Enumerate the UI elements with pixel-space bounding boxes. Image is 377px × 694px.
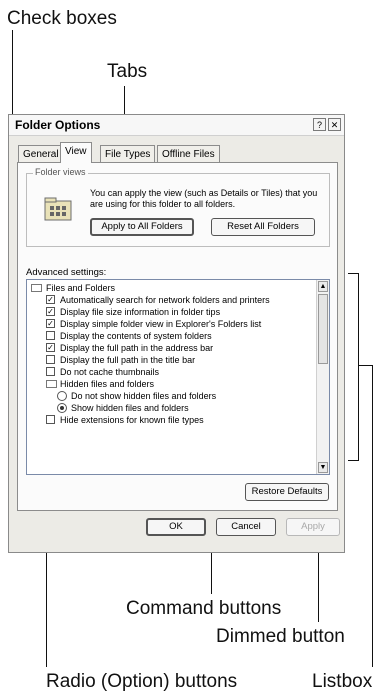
close-icon[interactable]: ✕ [328, 118, 341, 131]
callout-check-boxes: Check boxes [7, 8, 117, 29]
listbox-scrollbar[interactable]: ▲ ▼ [316, 280, 329, 474]
callout-radio-buttons: Radio (Option) buttons [46, 671, 238, 692]
dialog-title: Folder Options [15, 118, 101, 132]
callout-command-buttons: Command buttons [126, 598, 282, 619]
checkbox-unchecked[interactable] [46, 355, 55, 364]
radio-button[interactable] [57, 391, 67, 401]
leader-line [348, 273, 359, 274]
folder-views-description: You can apply the view (such as Details … [90, 188, 318, 209]
checkbox-unchecked[interactable] [46, 331, 55, 340]
list-item-label: Display the contents of system folders [60, 331, 212, 341]
folder-views-group: Folder views You can apply the view (suc… [26, 167, 330, 247]
checkbox-checked[interactable]: ✓ [46, 307, 55, 316]
list-item-label: Hide extensions for known file types [60, 415, 204, 425]
apply-to-all-folders-button[interactable]: Apply to All Folders [90, 218, 194, 236]
title-bar: Folder Options ? ✕ [9, 115, 344, 136]
radio-button-selected[interactable] [57, 403, 67, 413]
list-item-label: Display simple folder view in Explorer's… [60, 319, 262, 329]
scroll-down-icon[interactable]: ▼ [318, 462, 328, 473]
callout-dimmed-button: Dimmed button [216, 626, 345, 647]
restore-defaults-button[interactable]: Restore Defaults [245, 483, 329, 501]
checkbox-checked[interactable]: ✓ [46, 343, 55, 352]
folder-icon [46, 380, 57, 388]
advanced-settings-listbox[interactable]: Files and Folders ✓ Automatically search… [26, 279, 330, 475]
callout-tabs: Tabs [107, 61, 148, 82]
callout-listbox: Listbox [312, 671, 373, 692]
list-item-label: Hidden files and folders [60, 379, 155, 389]
tab-file-types[interactable]: File Types [100, 145, 156, 162]
scroll-thumb[interactable] [318, 294, 328, 364]
folder-view-icon [44, 197, 72, 221]
leader-line [348, 460, 359, 461]
list-item-label: Files and Folders [46, 283, 116, 293]
list-item-label: Show hidden files and folders [71, 403, 189, 413]
tab-general[interactable]: General [18, 145, 64, 162]
apply-button: Apply [286, 518, 340, 536]
list-item-label: Display file size information in folder … [60, 307, 221, 317]
checkbox-unchecked[interactable] [46, 367, 55, 376]
folder-options-dialog: Folder Options ? ✕ General View File Typ… [8, 114, 345, 553]
list-item-label: Display the full path in the title bar [60, 355, 196, 365]
tab-offline-files[interactable]: Offline Files [157, 145, 220, 162]
list-item-label: Automatically search for network folders… [60, 295, 270, 305]
list-item-label: Display the full path in the address bar [60, 343, 214, 353]
list-item-label: Do not show hidden files and folders [71, 391, 217, 401]
checkbox-unchecked[interactable] [46, 415, 55, 424]
tab-view[interactable]: View [60, 142, 92, 163]
view-tab-panel: Folder views You can apply the view (suc… [17, 162, 338, 511]
help-icon[interactable]: ? [313, 118, 326, 131]
checkbox-checked[interactable]: ✓ [46, 319, 55, 328]
leader-line [372, 365, 373, 667]
advanced-settings-label: Advanced settings: [26, 267, 107, 278]
folder-icon [31, 284, 42, 292]
reset-all-folders-button[interactable]: Reset All Folders [211, 218, 315, 236]
cancel-button[interactable]: Cancel [216, 518, 276, 536]
checkbox-checked[interactable]: ✓ [46, 295, 55, 304]
list-item-label: Do not cache thumbnails [60, 367, 160, 377]
leader-line [358, 273, 359, 461]
ok-button[interactable]: OK [146, 518, 206, 536]
folder-views-label: Folder views [33, 167, 88, 177]
scroll-up-icon[interactable]: ▲ [318, 281, 328, 292]
leader-line [358, 365, 373, 366]
